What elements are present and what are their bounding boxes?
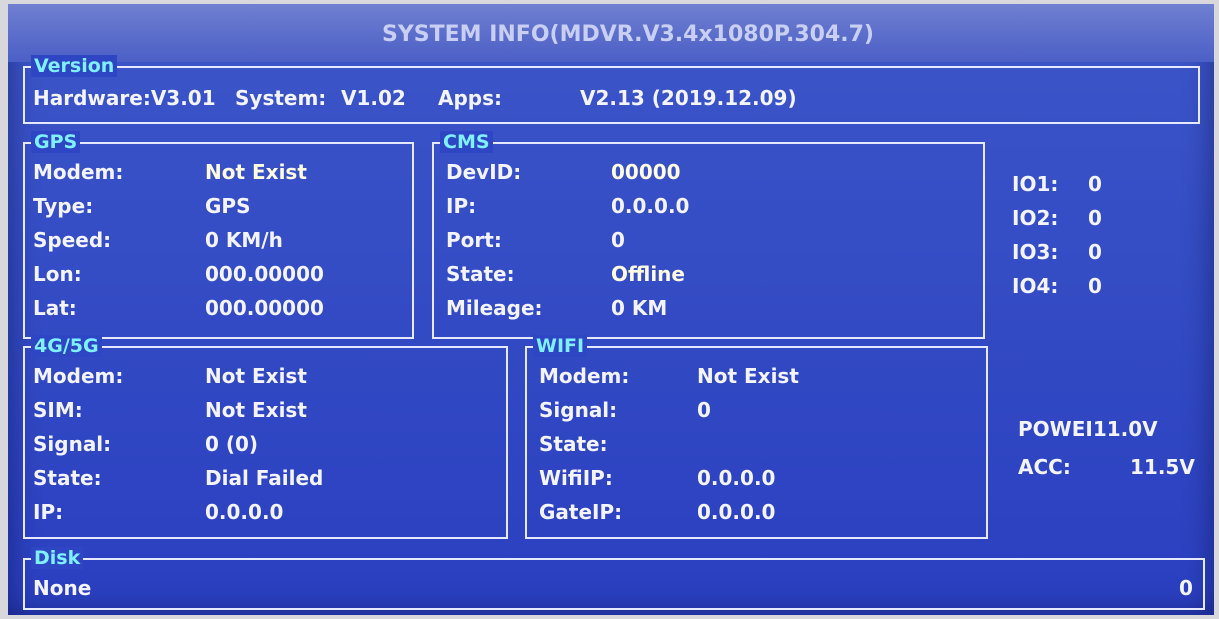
cms-label: Port: (446, 228, 502, 252)
cms-legend: CMS (440, 131, 493, 153)
cellular-label: State: (33, 466, 102, 490)
gps-label: Speed: (33, 228, 112, 252)
gps-value: 0 KM/h (205, 228, 283, 252)
gps-panel: GPS Modem: Not Exist Type: GPS Speed: 0 … (23, 131, 414, 339)
cellular-label: Modem: (33, 364, 124, 388)
gps-value: Not Exist (205, 160, 307, 184)
wifi-label: Modem: (539, 364, 630, 388)
window-title: SYSTEM INFO(MDVR.V3.4x1080P.304.7) (382, 22, 874, 47)
cms-value: 00000 (611, 160, 681, 184)
system-info-screen: SYSTEM INFO(MDVR.V3.4x1080P.304.7) Versi… (8, 4, 1214, 615)
cellular-value: Dial Failed (205, 466, 324, 490)
gps-value: 000.00000 (205, 262, 324, 286)
cellular-value: Not Exist (205, 398, 307, 422)
cms-label: State: (446, 262, 515, 286)
io-value: 0 (1088, 172, 1102, 196)
cms-label: Mileage: (446, 296, 543, 320)
wifi-value: Not Exist (697, 364, 799, 388)
cellular-panel: 4G/5G Modem: Not Exist SIM: Not Exist Si… (23, 335, 508, 539)
wifi-label: Signal: (539, 398, 618, 422)
acc-label: ACC: (1018, 455, 1071, 479)
cms-value: 0 (611, 228, 625, 252)
io-value: 0 (1088, 206, 1102, 230)
title-bar: SYSTEM INFO(MDVR.V3.4x1080P.304.7) (8, 4, 1214, 62)
disk-legend: Disk (31, 547, 84, 569)
cellular-value: Not Exist (205, 364, 307, 388)
cms-value: Offline (611, 262, 685, 286)
disk-value: None (33, 576, 92, 600)
wifi-value: 0 (697, 398, 711, 422)
apps-label: Apps: (438, 86, 503, 110)
cellular-legend: 4G/5G (31, 335, 102, 357)
wifi-label: WifiIP: (539, 466, 613, 490)
wifi-legend: WIFI (533, 335, 588, 357)
io-value: 0 (1088, 240, 1102, 264)
wifi-label: GateIP: (539, 500, 623, 524)
wifi-value: 0.0.0.0 (697, 466, 776, 490)
cms-label: DevID: (446, 160, 522, 184)
cellular-label: Signal: (33, 432, 112, 456)
gps-value: 000.00000 (205, 296, 324, 320)
cms-value: 0 KM (611, 296, 668, 320)
cellular-label: SIM: (33, 398, 83, 422)
version-panel: Version Hardware:V3.01 System: V1.02 App… (23, 55, 1200, 124)
io-label: IO2: (1012, 206, 1059, 230)
version-legend: Version (31, 55, 118, 77)
apps-value: V2.13 (2019.12.09) (580, 86, 797, 110)
cms-label: IP: (446, 194, 477, 218)
cellular-label: IP: (33, 500, 64, 524)
cms-panel: CMS DevID: 00000 IP: 0.0.0.0 Port: 0 Sta… (432, 131, 985, 339)
acc-value: 11.5V (1130, 455, 1195, 479)
disk-count: 0 (1179, 576, 1193, 600)
power-value: POWEI11.0V (1018, 417, 1158, 441)
system-label: System: (235, 86, 327, 110)
gps-legend: GPS (31, 131, 81, 153)
gps-label: Lon: (33, 262, 82, 286)
hardware-version: Hardware:V3.01 (33, 86, 216, 110)
wifi-value: 0.0.0.0 (697, 500, 776, 524)
gps-value: GPS (205, 194, 251, 218)
io-label: IO3: (1012, 240, 1059, 264)
wifi-panel: WIFI Modem: Not Exist Signal: 0 State: W… (525, 335, 988, 539)
gps-label: Lat: (33, 296, 77, 320)
system-value: V1.02 (341, 86, 406, 110)
gps-label: Modem: (33, 160, 124, 184)
io-label: IO4: (1012, 274, 1059, 298)
cellular-value: 0.0.0.0 (205, 500, 284, 524)
cms-value: 0.0.0.0 (611, 194, 690, 218)
gps-label: Type: (33, 194, 94, 218)
disk-panel: Disk None 0 (23, 547, 1205, 610)
wifi-label: State: (539, 432, 608, 456)
cellular-value: 0 (0) (205, 432, 259, 456)
io-value: 0 (1088, 274, 1102, 298)
io-label: IO1: (1012, 172, 1059, 196)
